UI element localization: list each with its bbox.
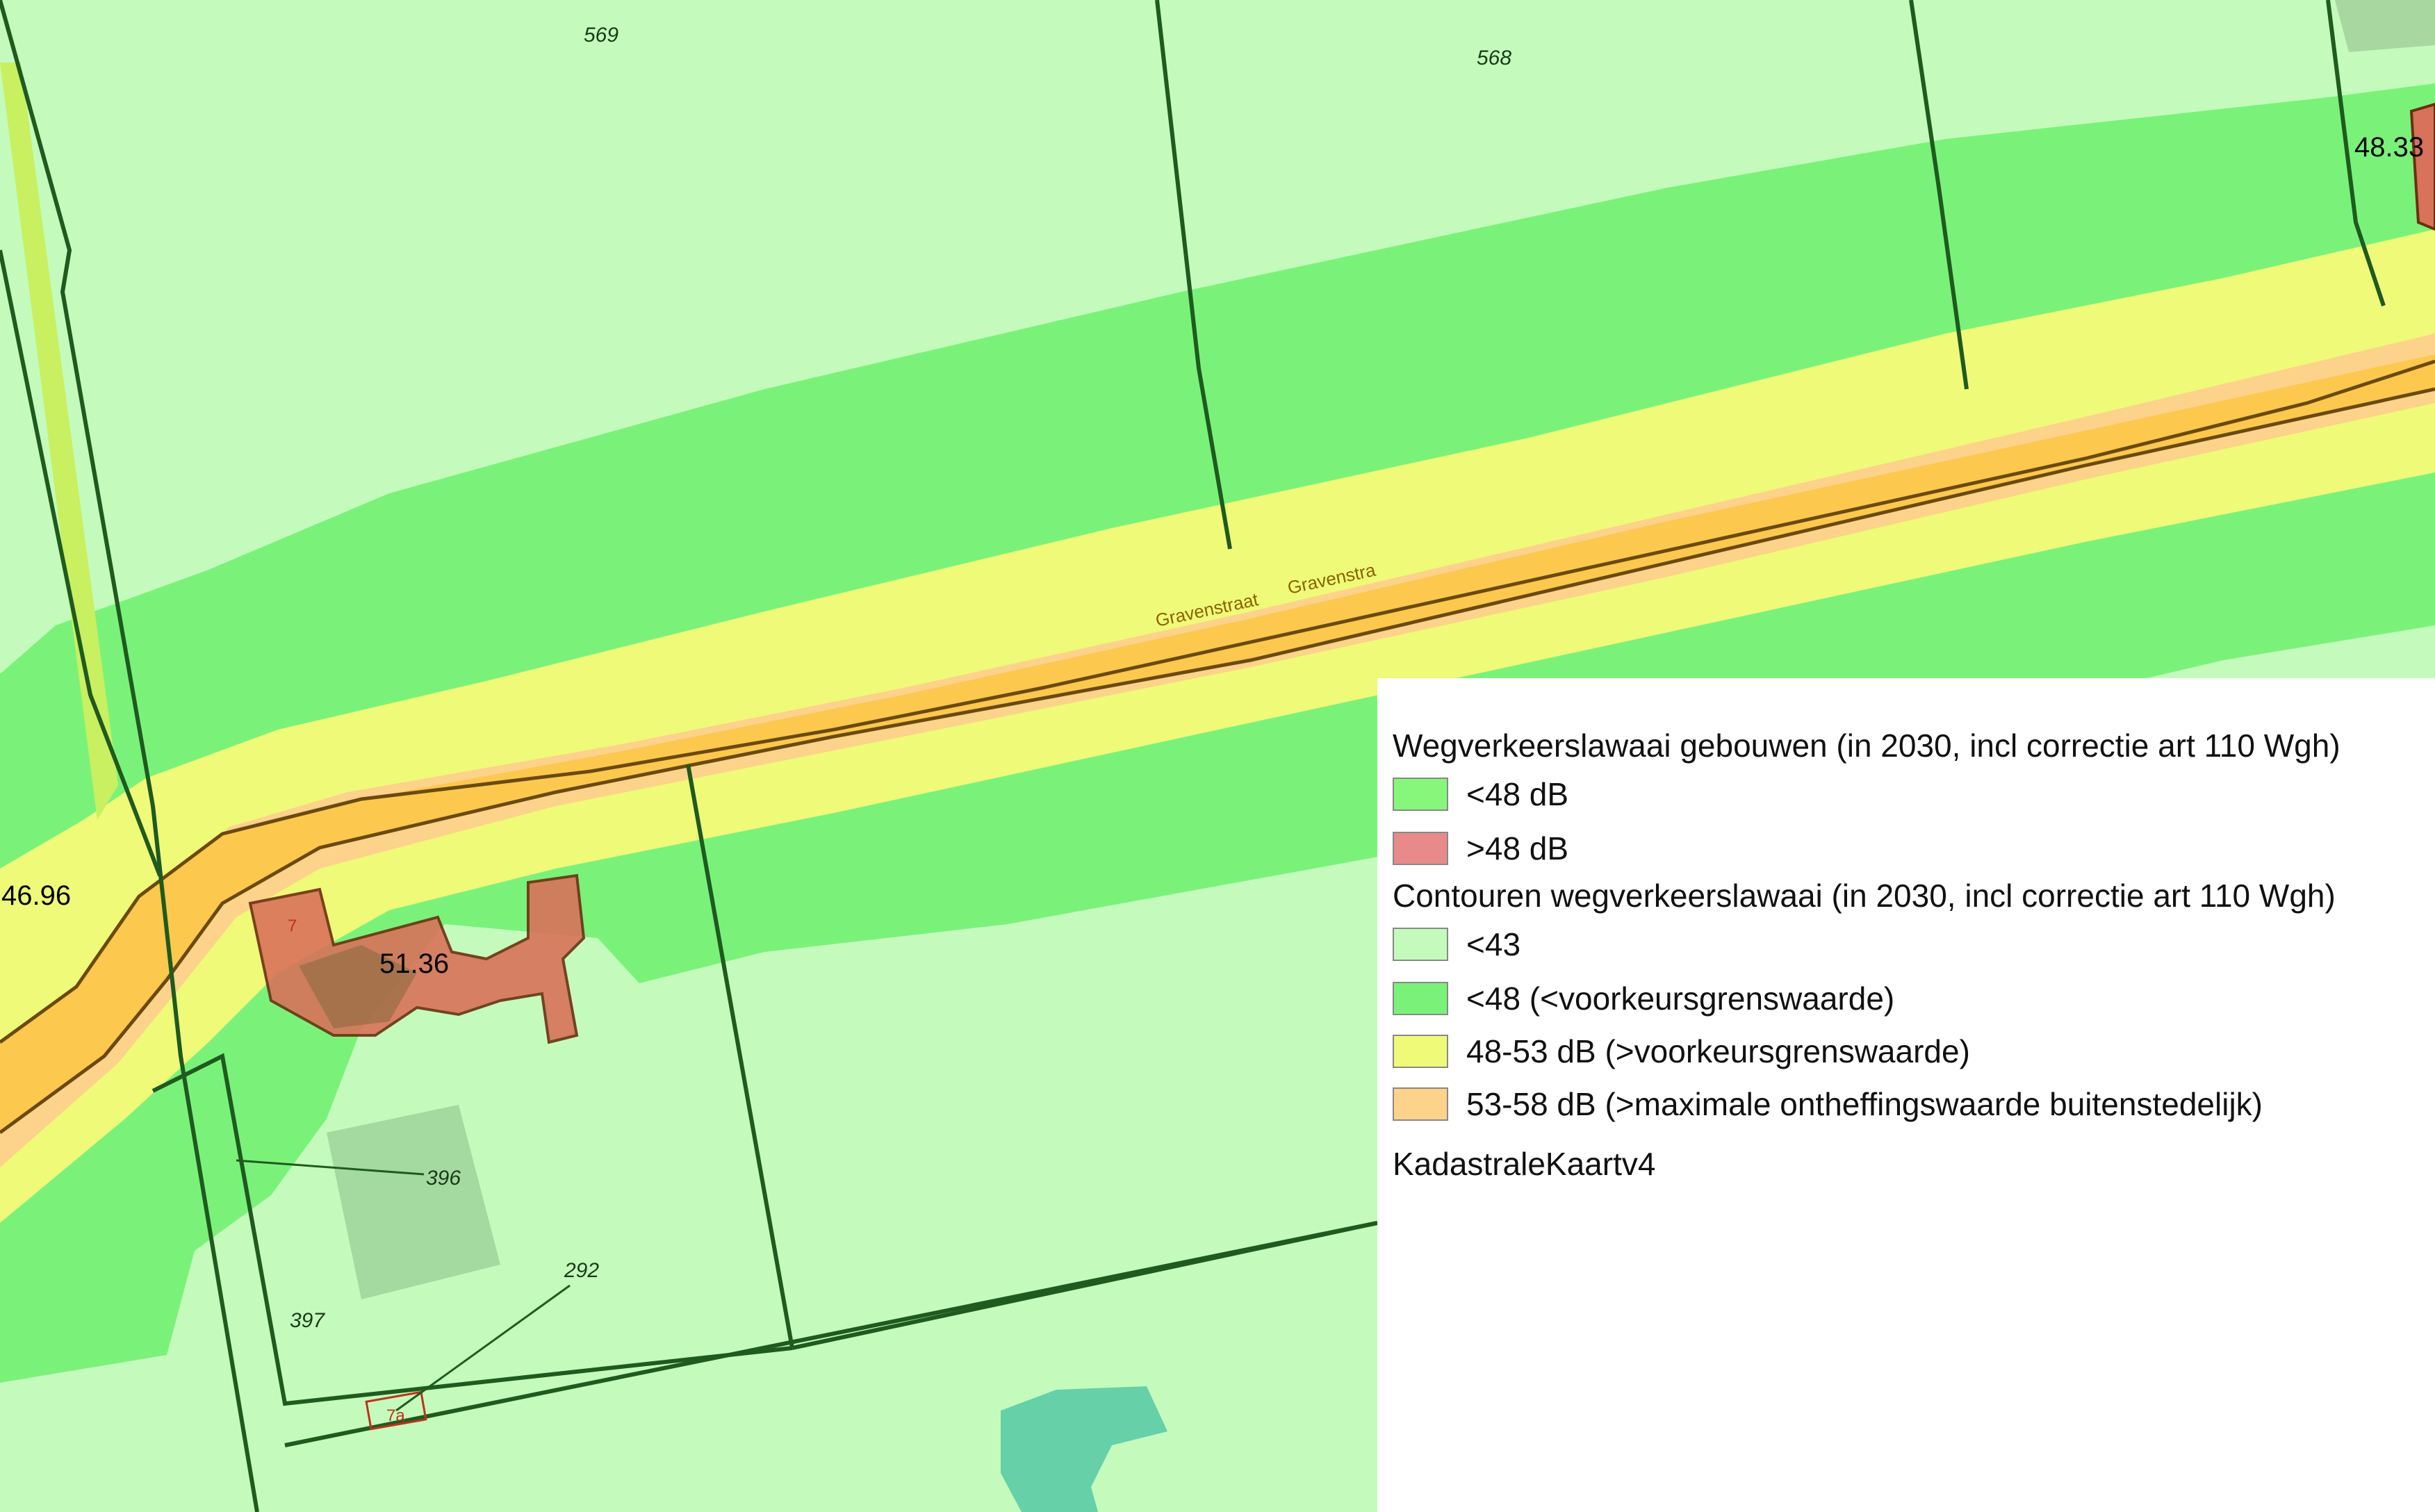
- legend-item-buildings-lt48: <48 dB: [1393, 775, 1568, 813]
- parcel-label-569: 569: [584, 24, 618, 47]
- legend-label: >48 dB: [1466, 830, 1569, 866]
- noise-value-46-96: 46.96: [1, 880, 71, 911]
- legend-swatch: [1393, 1087, 1448, 1121]
- legend-label: <48 (<voorkeursgrenswaarde): [1466, 980, 1895, 1017]
- house-number-7a: 7a: [386, 1406, 405, 1425]
- parcel-label-568: 568: [1477, 47, 1511, 69]
- legend-label: 48-53 dB (>voorkeursgrenswaarde): [1466, 1033, 1970, 1069]
- legend-item-contour-48-53: 48-53 dB (>voorkeursgrenswaarde): [1393, 1033, 1970, 1070]
- legend-swatch: [1393, 1035, 1448, 1068]
- parcel-label-292: 292: [564, 1259, 599, 1282]
- legend-label: <43: [1466, 926, 1521, 962]
- legend-item-contour-53-58: 53-58 dB (>maximale ontheffingswaarde bu…: [1393, 1085, 2263, 1123]
- legend-item-contour-lt48: <48 (<voorkeursgrenswaarde): [1393, 980, 1894, 1017]
- legend-label: 53-58 dB (>maximale ontheffingswaarde bu…: [1466, 1086, 2263, 1122]
- legend-swatch: [1393, 832, 1448, 865]
- legend-label: <48 dB: [1466, 776, 1569, 812]
- parcel-label-396: 396: [426, 1167, 461, 1190]
- legend-swatch: [1393, 982, 1448, 1015]
- legend-swatch: [1393, 928, 1448, 961]
- noise-value-48-33: 48.33: [2354, 132, 2424, 163]
- legend-swatch: [1393, 778, 1448, 811]
- map-legend: Wegverkeerslawaai gebouwen (in 2030, inc…: [1377, 678, 2435, 1512]
- vegetation-patch: [2335, 0, 2435, 52]
- legend-section3-title: KadastraleKaartv4: [1393, 1146, 1656, 1182]
- legend-item-buildings-gt48: >48 dB: [1393, 830, 1568, 867]
- legend-section1-title: Wegverkeerslawaai gebouwen (in 2030, inc…: [1393, 728, 2340, 764]
- parcel-label-397: 397: [290, 1309, 325, 1332]
- noise-value-51-36: 51.36: [379, 948, 449, 979]
- legend-item-contour-lt43: <43: [1393, 926, 1520, 963]
- house-number-7: 7: [288, 917, 297, 935]
- legend-section2-title: Contouren wegverkeerslawaai (in 2030, in…: [1393, 878, 2336, 914]
